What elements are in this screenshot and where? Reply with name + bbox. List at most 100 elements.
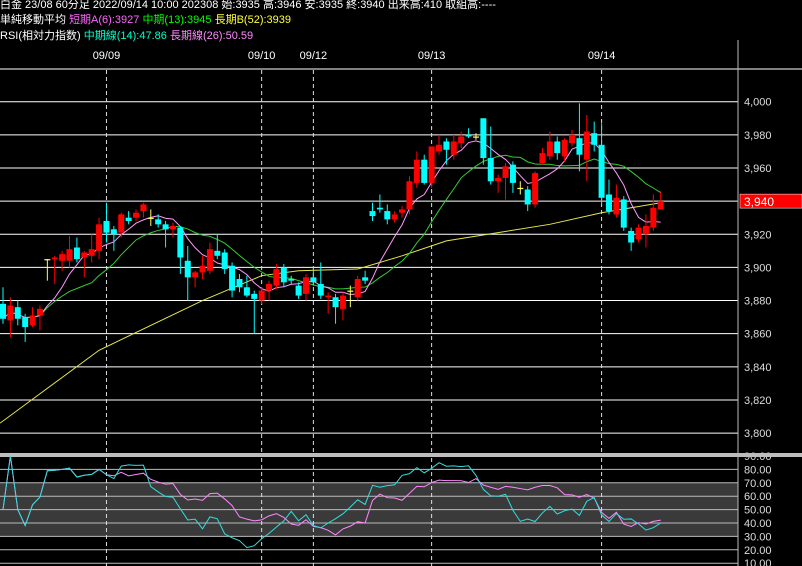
price-tick-label: 3,900	[744, 262, 772, 274]
candle	[339, 292, 346, 321]
candle-body	[96, 224, 103, 251]
candle	[81, 250, 88, 278]
candle-body	[391, 214, 398, 220]
candle-body	[192, 272, 199, 278]
candle-body	[7, 305, 14, 321]
candle-body	[413, 159, 420, 183]
candle	[509, 161, 516, 193]
candle	[332, 293, 339, 324]
current-price-label: 3,940	[744, 195, 774, 209]
candle	[362, 270, 369, 284]
rsi-tick-label: 60.00	[744, 491, 772, 503]
candle-body	[384, 211, 391, 220]
panel-separator	[0, 453, 802, 457]
candle	[229, 262, 236, 298]
candle-body	[162, 224, 169, 230]
candle	[539, 148, 546, 165]
candle-body	[221, 252, 228, 270]
candle-body	[184, 260, 191, 278]
candle-body	[569, 134, 576, 144]
candle	[184, 245, 191, 301]
candle	[569, 129, 576, 147]
candle-body	[288, 278, 295, 281]
candle	[243, 275, 250, 298]
candle	[613, 184, 620, 218]
candlestick-chart[interactable]: 4,000 3,980 3,960 3,940 3,920 3,900 3,880 3,860…	[0, 0, 802, 566]
candle-body	[436, 144, 443, 152]
candle-body	[147, 217, 154, 219]
candle	[369, 202, 376, 222]
candle	[251, 290, 258, 334]
candle-body	[295, 285, 302, 296]
candle-body	[546, 141, 553, 157]
candle	[421, 154, 428, 185]
rsi-tick-label: 40.00	[744, 518, 772, 530]
candle-body	[635, 227, 642, 240]
candle-body	[554, 141, 561, 154]
candle-body	[354, 278, 361, 298]
candle	[650, 194, 657, 231]
candle-body	[472, 136, 479, 138]
price-tick-label: 3,840	[744, 362, 772, 374]
candle-body	[103, 221, 110, 233]
candle	[22, 313, 29, 342]
candle-body	[561, 139, 568, 157]
candle	[391, 211, 398, 223]
candle-body	[613, 197, 620, 215]
candle	[472, 133, 479, 140]
candle	[29, 307, 36, 328]
candle-body	[443, 141, 450, 150]
candle-body	[206, 249, 213, 271]
candle	[325, 292, 332, 314]
candle-body	[576, 138, 583, 155]
candle-body	[66, 249, 73, 261]
candle-body	[376, 207, 383, 210]
candle	[413, 151, 420, 188]
price-tick-label: 3,820	[744, 395, 772, 407]
candle-body	[266, 283, 273, 291]
candle-body	[177, 227, 184, 258]
candle-body	[310, 277, 317, 283]
candle-body	[628, 230, 635, 243]
candle	[546, 131, 553, 160]
candle-body	[532, 172, 539, 205]
candle-body	[73, 247, 80, 260]
rsi-tick-label: 70.00	[744, 478, 772, 490]
candle	[288, 275, 295, 284]
candle-body	[517, 187, 524, 190]
candle-body	[657, 201, 664, 210]
candle-body	[118, 214, 125, 233]
date-label: 09/14	[588, 50, 616, 62]
candle-body	[229, 265, 236, 291]
candle-body	[14, 307, 21, 319]
candle-body	[339, 295, 346, 309]
price-tick-label: 3,860	[744, 329, 772, 341]
candle	[147, 209, 154, 226]
candle	[465, 128, 472, 139]
candle	[36, 305, 43, 331]
candle-body	[347, 290, 354, 292]
candle-body	[480, 118, 487, 159]
candle-body	[650, 207, 657, 228]
candle	[524, 186, 531, 212]
rsi-tick-label: 10.00	[744, 558, 772, 566]
rsi-tick-label: 30.00	[744, 531, 772, 543]
candle	[295, 282, 302, 299]
candle-body	[369, 211, 376, 217]
candle	[642, 214, 649, 248]
candle-body	[421, 159, 428, 183]
candle	[635, 224, 642, 243]
candle-body	[88, 249, 95, 256]
candle	[384, 204, 391, 225]
candle	[399, 206, 406, 218]
candle-body	[399, 209, 406, 213]
candle	[110, 225, 117, 251]
price-tick-label: 3,980	[744, 130, 772, 142]
candle-body	[140, 204, 147, 212]
candle-body	[29, 315, 36, 326]
candle-body	[59, 254, 66, 261]
candle-body	[0, 303, 6, 319]
date-label: 09/10	[248, 50, 276, 62]
candle	[406, 176, 413, 215]
candle-body	[450, 141, 457, 155]
